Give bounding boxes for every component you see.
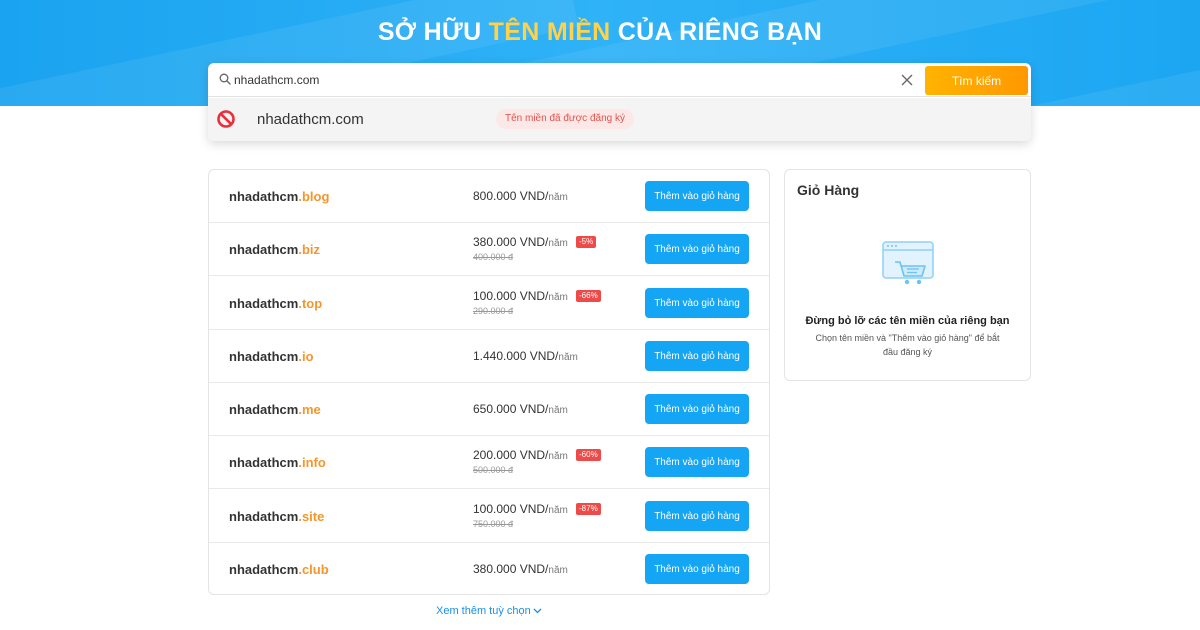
domain-price: 200.000 VND/năm	[473, 448, 568, 462]
price-value: 650.000 VND/	[473, 402, 549, 416]
domain-base: nhadathcm	[229, 242, 299, 257]
price-unit: năm	[548, 292, 568, 303]
domain-tld: .io	[298, 349, 314, 364]
domain-list: nhadathcm.blog 800.000 VND/năm Thêm vào gi…	[208, 169, 770, 595]
domain-price: 650.000 VND/năm	[473, 402, 568, 416]
search-button[interactable]: Tìm kiếm	[925, 66, 1028, 95]
price-value: 100.000 VND/	[473, 289, 549, 303]
add-to-cart-button[interactable]: Thêm vào giỏ hàng	[645, 554, 749, 584]
search-result: nhadathcm.com Tên miền đã được đăng ký	[208, 98, 1031, 141]
add-to-cart-button[interactable]: Thêm vào giỏ hàng	[645, 394, 749, 424]
domain-tld: .site	[298, 509, 325, 524]
domain-tld: .blog	[298, 189, 330, 204]
discount-badge: -66%	[576, 290, 601, 302]
domain-base: nhadathcm	[229, 509, 299, 524]
price-value: 380.000 VND/	[473, 235, 549, 249]
add-to-cart-button[interactable]: Thêm vào giỏ hàng	[645, 181, 749, 211]
price-unit: năm	[548, 238, 568, 249]
domain-row: nhadathcm.info 200.000 VND/năm -60% 500.000…	[209, 436, 769, 489]
old-price: 290.000 đ	[473, 306, 514, 316]
price-value: 380.000 VND/	[473, 562, 549, 576]
search-icon	[219, 73, 231, 85]
domain-tld: .top	[298, 296, 323, 311]
discount-badge: -5%	[576, 236, 597, 248]
more-options-link[interactable]: Xem thêm tuỳ chọn	[436, 605, 542, 617]
title-text-1: SỞ HỮU	[377, 18, 489, 46]
add-to-cart-button[interactable]: Thêm vào giỏ hàng	[645, 234, 749, 264]
domain-price: 380.000 VND/năm	[473, 235, 568, 249]
domain-row: nhadathcm.io 1.440.000 VND/năm Thêm vào gi…	[209, 330, 769, 383]
domain-price: 800.000 VND/năm	[473, 189, 568, 203]
search-card: Tìm kiếm nhadathcm.com Tên miền đã được …	[208, 63, 1031, 141]
domain-base: nhadathcm	[229, 455, 299, 470]
chevron-down-icon	[533, 608, 542, 614]
domain-row: nhadathcm.club 380.000 VND/năm Thêm vào gi…	[209, 543, 769, 594]
domain-name: nhadathcm.club	[229, 562, 329, 577]
price-value: 1.440.000 VND/	[473, 349, 559, 363]
domain-price: 380.000 VND/năm	[473, 562, 568, 576]
price-unit: năm	[548, 565, 568, 576]
price-unit: năm	[548, 405, 568, 416]
more-options-label: Xem thêm tuỳ chọn	[436, 605, 531, 617]
domain-base: nhadathcm	[229, 189, 299, 204]
old-price: 400.000 đ	[473, 252, 514, 262]
price-value: 100.000 VND/	[473, 502, 549, 516]
old-price: 750.000 đ	[473, 519, 514, 529]
domain-name: nhadathcm.blog	[229, 189, 329, 204]
title-highlight: TÊN MIỀN	[488, 18, 611, 46]
price-value: 200.000 VND/	[473, 448, 549, 462]
domain-price: 1.440.000 VND/năm	[473, 349, 578, 363]
page-title: SỞ HỮU TÊN MIỀN CỦA RIÊNG BẠN	[0, 18, 1200, 47]
price-value: 800.000 VND/	[473, 189, 549, 203]
domain-base: nhadathcm	[229, 296, 299, 311]
ban-icon	[217, 110, 235, 128]
cart-icon	[882, 241, 934, 285]
add-to-cart-button[interactable]: Thêm vào giỏ hàng	[645, 341, 749, 371]
domain-base: nhadathcm	[229, 349, 299, 364]
close-icon[interactable]	[900, 73, 914, 87]
domain-price: 100.000 VND/năm	[473, 289, 568, 303]
domain-base: nhadathcm	[229, 562, 299, 577]
domain-row: nhadathcm.me 650.000 VND/năm Thêm vào giỏ …	[209, 383, 769, 436]
domain-tld: .info	[298, 455, 326, 470]
cart-title: Giỏ Hàng	[797, 182, 860, 198]
domain-name: nhadathcm.info	[229, 455, 326, 470]
domain-tld: .club	[298, 562, 329, 577]
price-unit: năm	[548, 192, 568, 203]
domain-row: nhadathcm.blog 800.000 VND/năm Thêm vào gi…	[209, 170, 769, 223]
domain-price: 100.000 VND/năm	[473, 502, 568, 516]
price-unit: năm	[548, 505, 568, 516]
search-bar: Tìm kiếm	[208, 63, 1031, 97]
discount-badge: -60%	[576, 449, 601, 461]
add-to-cart-button[interactable]: Thêm vào giỏ hàng	[645, 447, 749, 477]
domain-name: nhadathcm.biz	[229, 242, 320, 257]
domain-row: nhadathcm.top 100.000 VND/năm -66% 290.000 …	[209, 277, 769, 330]
domain-name: nhadathcm.io	[229, 349, 314, 364]
status-badge: Tên miền đã được đăng ký	[496, 109, 634, 129]
add-to-cart-button[interactable]: Thêm vào giỏ hàng	[645, 501, 749, 531]
domain-row: nhadathcm.biz 380.000 VND/năm -5% 400.000 đ…	[209, 223, 769, 276]
domain-tld: .biz	[298, 242, 321, 257]
price-unit: năm	[558, 352, 578, 363]
domain-name: nhadathcm.me	[229, 402, 321, 417]
domain-name: nhadathcm.site	[229, 509, 324, 524]
domain-row: nhadathcm.site 100.000 VND/năm -87% 750.000…	[209, 490, 769, 543]
cart-empty-text: Chọn tên miền và "Thêm vào giỏ hàng" để …	[815, 333, 1000, 357]
cart-panel: Giỏ Hàng Đừng bỏ lỡ các tên miền của riê…	[784, 169, 1031, 381]
result-domain: nhadathcm.com	[257, 111, 364, 128]
price-unit: năm	[548, 451, 568, 462]
search-input[interactable]	[234, 71, 874, 89]
domain-tld: .me	[298, 402, 321, 417]
title-text-2: CỦA RIÊNG BẠN	[610, 18, 823, 46]
domain-base: nhadathcm	[229, 402, 299, 417]
discount-badge: -87%	[576, 503, 601, 515]
old-price: 500.000 đ	[473, 465, 514, 475]
cart-empty-heading: Đừng bỏ lỡ các tên miền của riêng bạn	[805, 315, 1010, 327]
domain-name: nhadathcm.top	[229, 296, 322, 311]
add-to-cart-button[interactable]: Thêm vào giỏ hàng	[645, 288, 749, 318]
